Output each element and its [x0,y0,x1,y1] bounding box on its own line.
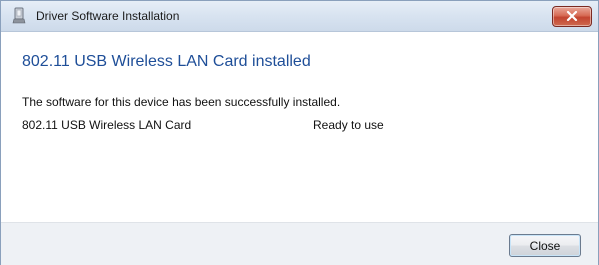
dialog-footer: Close [1,222,598,265]
driver-installation-dialog: Driver Software Installation 802.11 USB … [0,0,599,265]
status-message: The software for this device has been su… [22,95,341,109]
close-button[interactable]: Close [509,234,581,257]
window-title: Driver Software Installation [36,9,180,23]
title-bar[interactable]: Driver Software Installation [1,1,598,32]
device-name: 802.11 USB Wireless LAN Card [22,118,192,132]
close-icon [566,8,578,26]
close-window-button[interactable] [552,6,592,27]
driver-installation-icon [12,7,26,24]
device-status: Ready to use [313,118,384,132]
dialog-content: 802.11 USB Wireless LAN Card installed T… [1,32,598,222]
dialog-heading: 802.11 USB Wireless LAN Card installed [22,53,311,70]
